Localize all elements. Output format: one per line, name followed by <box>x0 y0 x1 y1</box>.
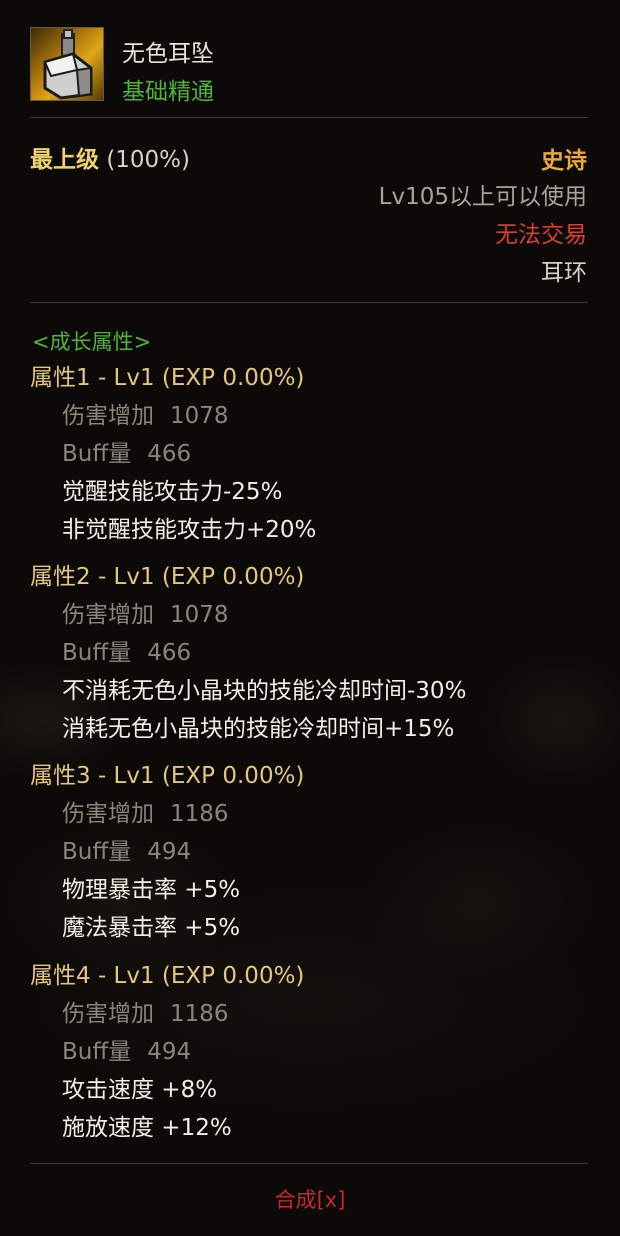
attribute-title: 属性1 - Lv1 (EXP 0.00%) <box>30 365 305 391</box>
divider <box>30 302 588 303</box>
attribute-block-3: 属性3 - Lv1 (EXP 0.00%) 伤害增加 1186 Buff量 494 … <box>30 758 590 947</box>
equipment-slot: 耳环 <box>541 260 587 286</box>
damage-label: 伤害增加 <box>62 1001 154 1027</box>
grade-value: (100%) <box>106 147 191 173</box>
buff-label: Buff量 <box>62 839 132 865</box>
damage-value: 1186 <box>170 801 229 827</box>
damage-label: 伤害增加 <box>62 602 154 628</box>
effect-line: 施放速度 +12% <box>62 1115 232 1141</box>
attribute-title: 属性4 - Lv1 (EXP 0.00%) <box>30 963 305 989</box>
effect-line: 不消耗无色小晶块的技能冷却时间-30% <box>62 678 467 704</box>
grade-line: 最上级 (100%) <box>30 140 190 174</box>
buff-value: 466 <box>147 441 192 467</box>
divider <box>30 1163 588 1164</box>
buff-label: Buff量 <box>62 1039 132 1065</box>
buff-line: Buff量 494 <box>30 1033 590 1071</box>
grade-label: 最上级 <box>30 147 99 173</box>
level-requirement: Lv105以上可以使用 <box>378 184 587 210</box>
buff-line: Buff量 466 <box>30 435 590 473</box>
item-subtitle: 基础精通 <box>122 79 214 105</box>
effect-line: 魔法暴击率 +5% <box>62 915 241 941</box>
item-name: 无色耳坠 <box>122 41 214 67</box>
attribute-title: 属性2 - Lv1 (EXP 0.00%) <box>30 564 305 590</box>
effect-line: 觉醒技能攻击力-25% <box>62 479 283 505</box>
damage-increase-line: 伤害增加 1186 <box>30 795 590 833</box>
damage-value: 1078 <box>170 403 229 429</box>
growth-attributes-header: <成长属性> <box>32 330 152 354</box>
buff-value: 466 <box>147 640 192 666</box>
buff-label: Buff量 <box>62 640 132 666</box>
buff-value: 494 <box>147 1039 192 1065</box>
buff-line: Buff量 494 <box>30 833 590 871</box>
attribute-title: 属性3 - Lv1 (EXP 0.00%) <box>30 763 305 789</box>
trade-status: 无法交易 <box>495 222 587 248</box>
item-tooltip: 无色耳坠 基础精通 最上级 (100%) 史诗 Lv105以上可以使用 无法交易… <box>0 0 620 1236</box>
buff-value: 494 <box>147 839 192 865</box>
effect-line: 消耗无色小晶块的技能冷却时间+15% <box>62 716 455 742</box>
buff-line: Buff量 466 <box>30 634 590 672</box>
attribute-block-2: 属性2 - Lv1 (EXP 0.00%) 伤害增加 1078 Buff量 466 … <box>30 559 590 748</box>
damage-value: 1078 <box>170 602 229 628</box>
rarity-label: 史诗 <box>541 148 587 174</box>
divider <box>30 117 588 118</box>
attribute-block-4: 属性4 - Lv1 (EXP 0.00%) 伤害增加 1186 Buff量 494 … <box>30 958 590 1147</box>
synthesis-button[interactable]: 合成[x] <box>0 1184 620 1214</box>
damage-increase-line: 伤害增加 1186 <box>30 995 590 1033</box>
effect-line: 物理暴击率 +5% <box>62 877 241 903</box>
damage-label: 伤害增加 <box>62 801 154 827</box>
effect-line: 攻击速度 +8% <box>62 1077 218 1103</box>
damage-value: 1186 <box>170 1001 229 1027</box>
damage-increase-line: 伤害增加 1078 <box>30 397 590 435</box>
effect-line: 非觉醒技能攻击力+20% <box>62 517 317 543</box>
damage-increase-line: 伤害增加 1078 <box>30 596 590 634</box>
earring-icon <box>30 27 104 101</box>
attribute-block-1: 属性1 - Lv1 (EXP 0.00%) 伤害增加 1078 Buff量 466 … <box>30 360 590 549</box>
damage-label: 伤害增加 <box>62 403 154 429</box>
buff-label: Buff量 <box>62 441 132 467</box>
